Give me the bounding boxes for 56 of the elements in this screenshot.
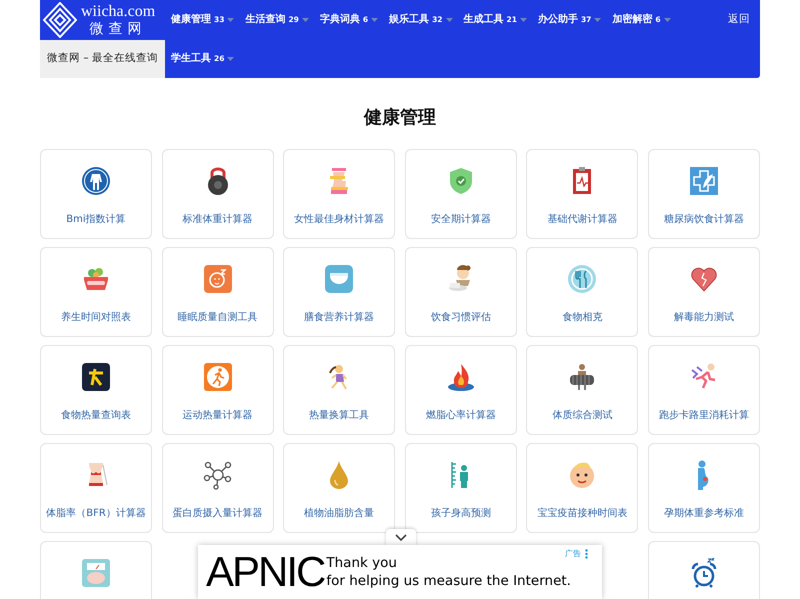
chevron-down-icon xyxy=(395,534,407,542)
tool-card[interactable]: 体质综合测试 xyxy=(526,345,638,435)
tool-card[interactable]: 膳食营养计算器 xyxy=(283,247,396,337)
caret-icon xyxy=(371,18,378,22)
tool-card[interactable]: 宝宝疫苗接种时间表 xyxy=(526,443,638,533)
logo-subtitle: 微查网 xyxy=(88,20,148,38)
collapse-ad-button[interactable] xyxy=(386,529,416,546)
tool-card[interactable]: 运动热量计算器 xyxy=(162,345,274,435)
caret-icon xyxy=(664,18,671,22)
runner-icon xyxy=(202,362,233,392)
tool-card[interactable]: Bmi指数计算 xyxy=(40,149,152,239)
molecule-icon xyxy=(202,460,233,490)
caret-icon xyxy=(227,56,234,60)
sleep-face-icon xyxy=(202,264,233,294)
ad-label: 广告 xyxy=(565,548,581,560)
tool-card[interactable]: 标准体重计算器 xyxy=(162,149,274,239)
site-logo[interactable]: wiicha.com 微查网 xyxy=(40,0,165,40)
caret-icon xyxy=(520,18,527,22)
tool-card[interactable]: 植物油脂肪含量 xyxy=(283,443,396,533)
tool-card[interactable]: 体脂率（BFR）计算器 xyxy=(40,443,152,533)
tool-card[interactable]: 孩子身高预测 xyxy=(404,443,517,533)
tool-card[interactable]: 安全期计算器 xyxy=(404,149,517,239)
bowl-icon xyxy=(324,264,354,294)
caret-icon xyxy=(446,18,453,22)
tool-card[interactable]: 养生时间对照表 xyxy=(40,247,152,337)
tool-card[interactable]: 女性最佳身材计算器 xyxy=(283,149,396,239)
tool-card[interactable]: 解毒能力测试 xyxy=(648,247,760,337)
tool-card[interactable]: 食物热量查询表 xyxy=(40,345,152,435)
flame-icon xyxy=(446,362,476,392)
tool-card[interactable]: 睡眠质量自测工具 xyxy=(162,247,274,337)
caret-icon xyxy=(302,18,309,22)
body-suit-icon xyxy=(81,166,111,196)
back-link[interactable]: 返回 xyxy=(728,0,760,28)
page-title: 健康管理 xyxy=(362,106,437,130)
kebab-menu-icon[interactable] xyxy=(585,549,588,559)
app-logo-icon xyxy=(81,362,111,392)
diamond-logo-icon xyxy=(43,2,77,38)
tool-card[interactable]: 跑步卡路里消耗计算 xyxy=(648,345,760,435)
ad-logo: APNIC xyxy=(206,551,324,593)
medical-cross-icon xyxy=(688,166,719,196)
tool-card[interactable]: 蛋白质摄入量计算器 xyxy=(162,443,274,533)
tool-card[interactable]: 热量换算工具 xyxy=(283,345,396,435)
logo-text: wiicha.com xyxy=(81,2,156,20)
caret-icon xyxy=(594,18,602,22)
tool-card[interactable]: 基础代谢计算器 xyxy=(526,149,638,239)
tool-card[interactable]: 糖尿病饮食计算器 xyxy=(648,149,760,239)
tool-card[interactable]: 孕期体重参考标准 xyxy=(648,443,760,533)
fork-knife-icon xyxy=(567,264,598,294)
caret-icon xyxy=(227,18,234,22)
baby-scale-icon xyxy=(81,558,111,588)
tool-card[interactable]: 燃脂心率计算器 xyxy=(404,345,517,435)
ad-text: for helping us measure the Internet. xyxy=(326,572,571,590)
tool-card[interactable]: 食物相克 xyxy=(526,247,638,337)
ad-headline: Thank you xyxy=(326,554,398,572)
tool-card[interactable]: 饮食习惯评估 xyxy=(404,247,517,337)
site-tagline: 微查网 – 最全在线查询 xyxy=(47,51,158,66)
